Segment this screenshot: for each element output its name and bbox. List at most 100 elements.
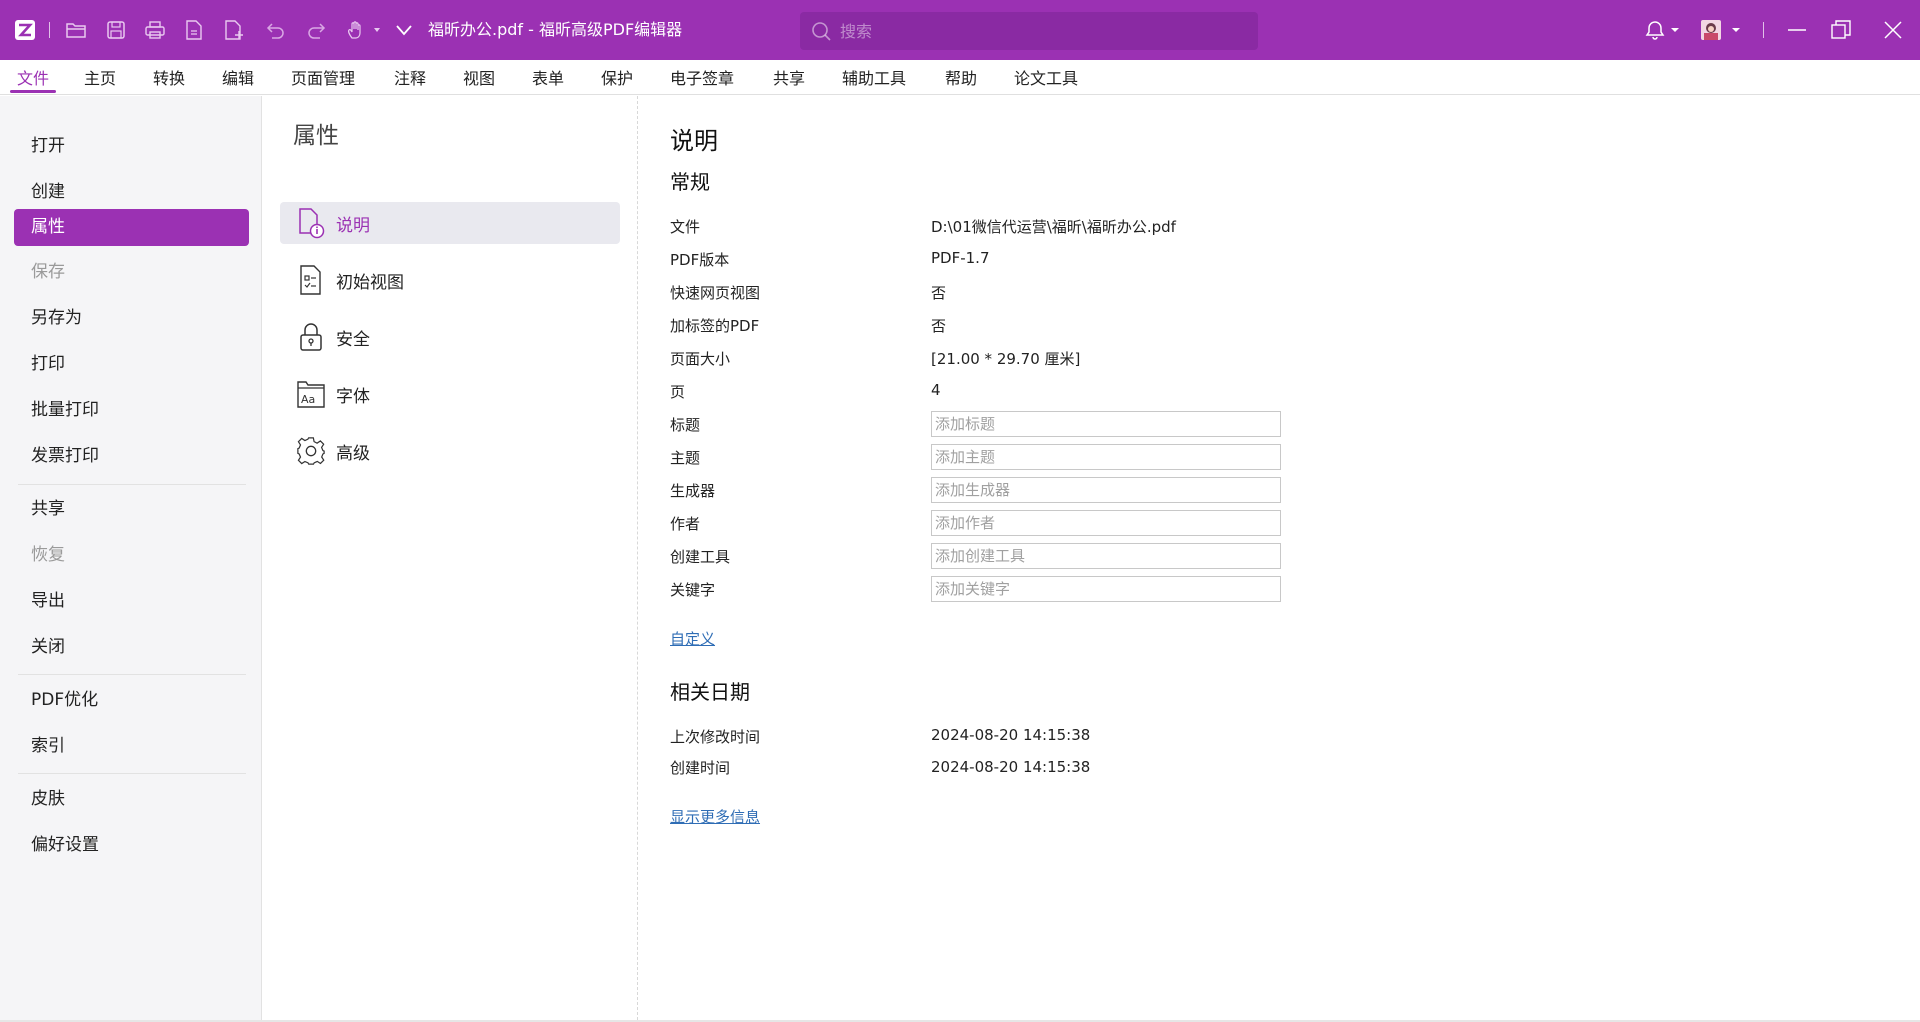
document-info-icon [296, 207, 326, 239]
initial-view-icon [296, 264, 326, 296]
category-description[interactable]: 说明 [280, 202, 620, 244]
close-icon [1884, 21, 1902, 39]
nav-properties[interactable]: 属性 [14, 209, 249, 246]
subject-label: 主题 [670, 449, 701, 467]
category-label: 字体 [336, 386, 370, 407]
nav-divider [18, 773, 246, 774]
minimize-icon [1788, 29, 1806, 31]
menu-comment[interactable]: 注释 [394, 60, 426, 95]
category-label: 初始视图 [336, 272, 404, 293]
title-label: 标题 [670, 416, 701, 434]
restore-button[interactable] [1820, 0, 1862, 60]
document-title: 福昕办公.pdf - 福昕高级PDF编辑器 [428, 20, 683, 39]
file-nav: 打开 创建 属性 保存 另存为 打印 批量打印 发票打印 共享 恢复 导出 关闭… [0, 96, 262, 1020]
category-initial-view[interactable]: 初始视图 [280, 259, 620, 301]
menu-protect[interactable]: 保护 [601, 60, 633, 95]
created-date-label: 创建时间 [670, 759, 731, 777]
menu-thesis-tools[interactable]: 论文工具 [1014, 60, 1078, 95]
panel-heading: 说明 [670, 127, 718, 155]
dates-heading: 相关日期 [670, 680, 750, 704]
search-input[interactable] [840, 21, 1240, 41]
creator-label: 创建工具 [670, 548, 731, 566]
nav-save-as[interactable]: 另存为 [14, 300, 249, 337]
category-security[interactable]: 安全 [280, 316, 620, 358]
active-tab-indicator [10, 90, 56, 93]
notifications-button[interactable] [1640, 0, 1686, 60]
search-box[interactable] [800, 12, 1258, 50]
menu-view[interactable]: 视图 [463, 60, 495, 95]
menu-edit[interactable]: 编辑 [222, 60, 254, 95]
restore-icon [1831, 20, 1851, 39]
nav-divider [18, 674, 246, 675]
nav-share[interactable]: 共享 [14, 491, 249, 528]
nav-skin[interactable]: 皮肤 [14, 781, 249, 818]
file-icon[interactable] [180, 0, 208, 60]
close-window-button[interactable] [1872, 0, 1914, 60]
new-file-icon[interactable] [220, 0, 248, 60]
show-more-info-link[interactable]: 显示更多信息 [670, 806, 760, 827]
nav-export[interactable]: 导出 [14, 583, 249, 620]
undo-icon[interactable] [262, 0, 290, 60]
category-advanced[interactable]: 高级 [280, 430, 620, 472]
app-logo-icon[interactable] [12, 0, 38, 60]
menu-page-management[interactable]: 页面管理 [291, 60, 355, 95]
general-heading: 常规 [670, 170, 710, 194]
menu-form[interactable]: 表单 [532, 60, 564, 95]
menu-accessibility-tools[interactable]: 辅助工具 [842, 60, 906, 95]
creator-field[interactable] [931, 543, 1281, 569]
nav-batch-print[interactable]: 批量打印 [14, 392, 249, 429]
menu-share[interactable]: 共享 [773, 60, 805, 95]
nav-invoice-print[interactable]: 发票打印 [14, 438, 249, 475]
nav-save[interactable]: 保存 [14, 254, 249, 291]
pdf-version-label: PDF版本 [670, 251, 730, 269]
category-fonts[interactable]: Aa 字体 [280, 373, 620, 415]
title-bar: 福昕办公.pdf - 福昕高级PDF编辑器 [0, 0, 1920, 60]
subject-field[interactable] [931, 444, 1281, 470]
nav-preferences[interactable]: 偏好设置 [14, 827, 249, 864]
pdf-version-value: PDF-1.7 [931, 249, 990, 267]
nav-print[interactable]: 打印 [14, 346, 249, 383]
modified-date-label: 上次修改时间 [670, 728, 761, 746]
customize-dropdown-icon[interactable] [392, 0, 416, 60]
menu-convert[interactable]: 转换 [153, 60, 185, 95]
custom-link[interactable]: 自定义 [670, 628, 715, 649]
keywords-label: 关键字 [670, 581, 716, 599]
search-icon [812, 22, 831, 41]
nav-pdf-optimize[interactable]: PDF优化 [14, 682, 249, 719]
nav-close[interactable]: 关闭 [14, 629, 249, 666]
page-size-label: 页面大小 [670, 350, 731, 368]
menu-home[interactable]: 主页 [84, 60, 116, 95]
menu-e-signature[interactable]: 电子签章 [670, 60, 734, 95]
font-icon: Aa [296, 378, 326, 410]
category-label: 高级 [336, 443, 370, 464]
open-folder-icon[interactable] [62, 0, 90, 60]
menu-bar: 文件 主页 转换 编辑 页面管理 注释 视图 表单 保护 电子签章 共享 辅助工… [0, 60, 1920, 95]
category-label: 安全 [336, 329, 370, 350]
minimize-button[interactable] [1776, 0, 1818, 60]
gear-icon [296, 435, 326, 467]
nav-restore[interactable]: 恢复 [14, 537, 249, 574]
title-field[interactable] [931, 411, 1281, 437]
save-icon[interactable] [102, 0, 130, 60]
producer-field[interactable] [931, 477, 1281, 503]
properties-categories: 属性 说明 初始视图 安全 Aa 字体 高级 [263, 96, 638, 1020]
lock-icon [296, 321, 326, 353]
redo-icon[interactable] [302, 0, 330, 60]
nav-index[interactable]: 索引 [14, 728, 249, 765]
nav-divider [18, 484, 246, 485]
hand-tool-icon[interactable] [344, 0, 384, 60]
tagged-pdf-label: 加标签的PDF [670, 317, 760, 335]
bell-icon [1645, 21, 1679, 40]
created-date-value: 2024-08-20 14:15:38 [931, 758, 1091, 776]
page-count-label: 页 [670, 383, 686, 401]
fast-web-view-label: 快速网页视图 [670, 284, 761, 302]
author-field[interactable] [931, 510, 1281, 536]
page-size-value: [21.00 * 29.70 厘米] [931, 350, 1081, 368]
print-icon[interactable] [141, 0, 169, 60]
account-button[interactable] [1698, 0, 1746, 60]
keywords-field[interactable] [931, 576, 1281, 602]
nav-open[interactable]: 打开 [14, 128, 249, 165]
fast-web-view-value: 否 [931, 284, 947, 302]
menu-help[interactable]: 帮助 [945, 60, 977, 95]
nav-create[interactable]: 创建 [14, 174, 249, 211]
